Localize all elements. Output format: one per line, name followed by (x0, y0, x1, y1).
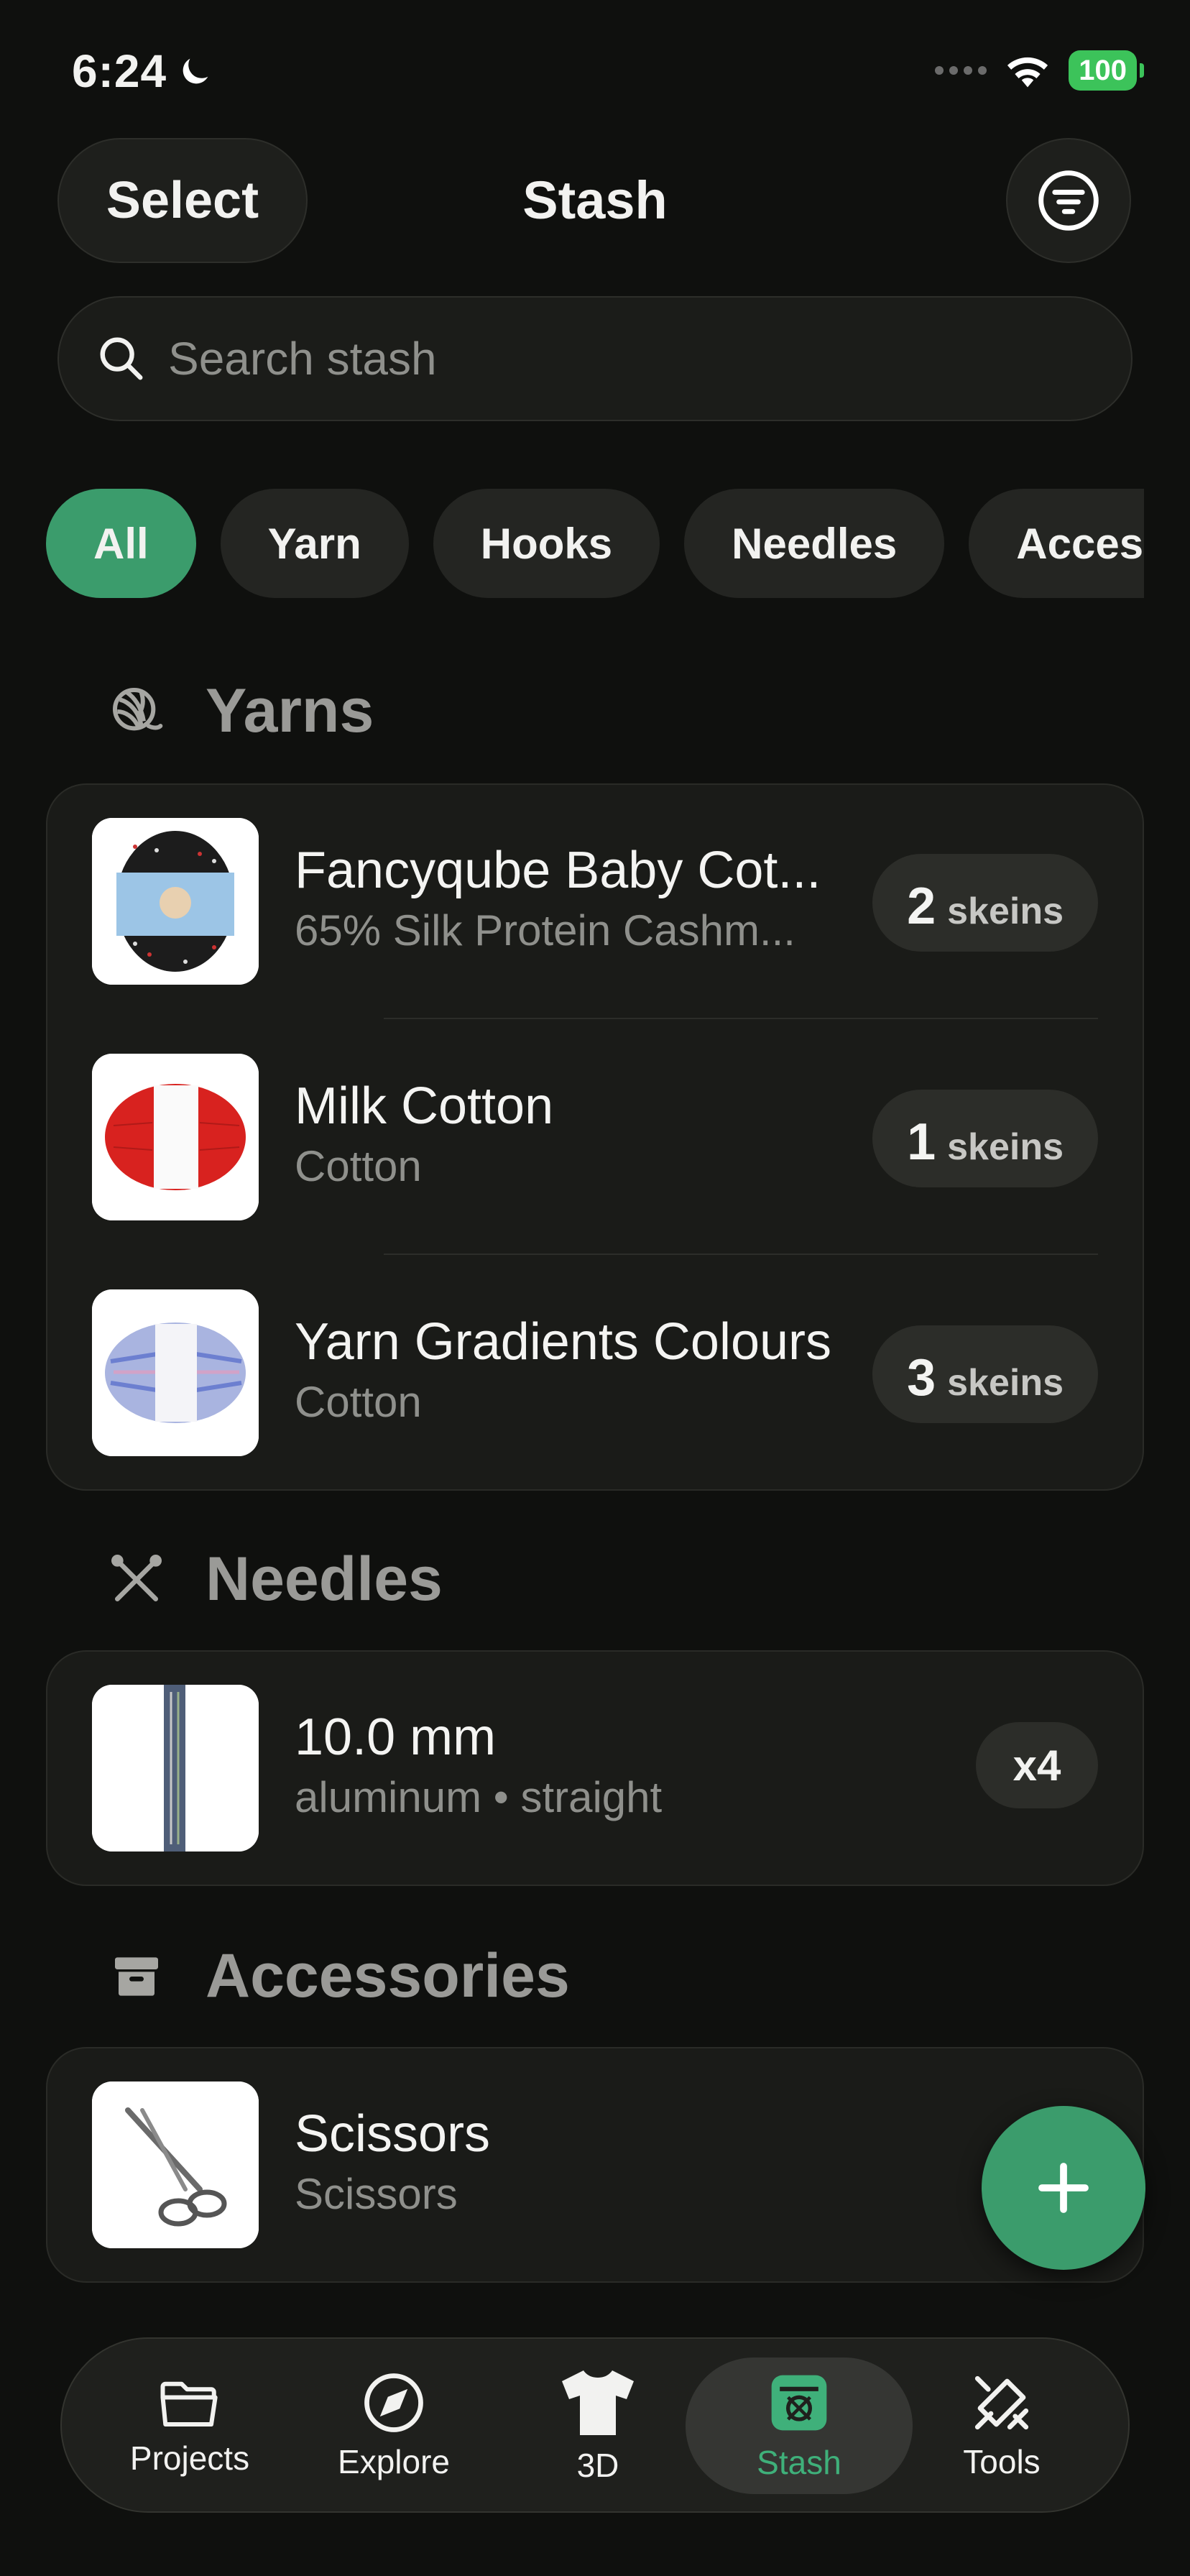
item-subtitle: aluminum • straight (295, 1773, 663, 1821)
item-subtitle: Cotton (295, 1378, 422, 1426)
count-value: 1 (907, 1113, 936, 1171)
search-input[interactable]: Search stash (57, 296, 1133, 421)
tab-tools[interactable]: Tools (888, 2358, 1115, 2494)
yarn-thumbnail-image (92, 1054, 259, 1220)
skein-count-badge: 2 skeins (872, 854, 1098, 952)
count-value: 3 (907, 1349, 936, 1407)
filter-icon (1038, 170, 1099, 231)
section-title: Yarns (206, 676, 374, 745)
yarn-thumbnail-image (92, 818, 259, 985)
status-right: 100 (935, 50, 1144, 91)
count-unit: skeins (947, 891, 1064, 932)
tab-label: Stash (757, 2444, 841, 2481)
scissors-thumbnail-image (92, 2082, 259, 2248)
count-unit: skeins (947, 1126, 1064, 1168)
needles-card: 10.0 mm aluminum • straight x4 (46, 1650, 1144, 1886)
status-time: 6:24 (72, 45, 214, 98)
tab-projects[interactable]: Projects (76, 2358, 303, 2494)
chip-needles[interactable]: Needles (684, 489, 945, 598)
item-name: Milk Cotton (295, 1077, 554, 1135)
divider (384, 1254, 1098, 1255)
tab-label: Explore (338, 2443, 450, 2480)
search-placeholder: Search stash (168, 333, 437, 385)
skein-count-badge: 3 skeins (872, 1325, 1098, 1423)
crossed-needles-icon (111, 1554, 162, 1601)
signal-dots-icon (935, 66, 987, 75)
list-item[interactable]: Milk Cotton Cotton 1 skeins (47, 1021, 1143, 1256)
quantity-badge: x4 (976, 1722, 1098, 1808)
tab-label: 3D (576, 2447, 619, 2484)
section-title: Needles (206, 1545, 443, 1614)
clock-text: 6:24 (72, 45, 167, 97)
list-item[interactable]: Scissors Scissors (47, 2048, 1143, 2284)
item-name: Yarn Gradients Colours (295, 1313, 831, 1371)
section-title: Accessories (206, 1941, 570, 2010)
item-name: Scissors (295, 2105, 491, 2163)
tab-3d[interactable]: 3D (484, 2358, 711, 2494)
item-name: Fancyqube Baby Cot... (295, 842, 821, 899)
item-name: 10.0 mm (295, 1708, 497, 1766)
battery-indicator: 100 (1069, 50, 1144, 91)
plus-icon (1038, 2163, 1089, 2213)
stash-basket-icon (771, 2375, 827, 2431)
list-item[interactable]: Yarn Gradients Colours Cotton 3 skeins (47, 1256, 1143, 1492)
chip-hooks[interactable]: Hooks (433, 489, 660, 598)
count-value: 2 (907, 878, 936, 935)
yarn-thumbnail-image (92, 1289, 259, 1456)
count-unit: skeins (947, 1362, 1064, 1404)
search-icon (100, 337, 143, 380)
archive-box-icon (115, 1956, 158, 1996)
tools-icon (974, 2375, 1029, 2430)
filter-button[interactable] (1006, 138, 1131, 263)
list-item[interactable]: 10.0 mm aluminum • straight x4 (47, 1652, 1143, 1887)
divider (384, 1018, 1098, 1019)
section-header-needles: Needles (108, 1544, 443, 1615)
battery-level: 100 (1079, 54, 1127, 86)
folder-icon (160, 2381, 218, 2426)
moon-icon (183, 58, 208, 84)
yarns-card: Fancyqube Baby Cot... 65% Silk Protein C… (46, 783, 1144, 1491)
yarn-ball-icon (113, 687, 163, 730)
section-header-yarns: Yarns (108, 676, 374, 747)
needle-thumbnail-image (92, 1685, 259, 1852)
tshirt-icon (562, 2370, 634, 2435)
wifi-icon (1007, 57, 1048, 88)
category-filter-chips: All Yarn Hooks Needles Access (46, 489, 1144, 599)
tab-label: Projects (129, 2439, 250, 2477)
chip-all[interactable]: All (46, 489, 196, 598)
item-subtitle: 65% Silk Protein Cashm... (295, 906, 795, 954)
bottom-tab-bar: Projects Explore 3D Stash Tools (60, 2337, 1130, 2513)
section-header-accessories: Accessories (108, 1941, 570, 2012)
skein-count-badge: 1 skeins (872, 1090, 1098, 1187)
tab-stash[interactable]: Stash (686, 2358, 913, 2494)
compass-icon (364, 2373, 423, 2432)
tab-label: Tools (963, 2443, 1041, 2480)
tab-explore[interactable]: Explore (280, 2358, 507, 2494)
chip-yarn[interactable]: Yarn (220, 489, 409, 598)
status-bar: 6:24 100 (0, 0, 1190, 137)
chip-accessories[interactable]: Access (969, 489, 1144, 598)
add-item-button[interactable] (982, 2106, 1145, 2270)
list-item[interactable]: Fancyqube Baby Cot... 65% Silk Protein C… (47, 785, 1143, 1021)
item-subtitle: Cotton (295, 1142, 422, 1190)
accessories-card: Scissors Scissors (46, 2047, 1144, 2283)
item-subtitle: Scissors (295, 2170, 458, 2218)
